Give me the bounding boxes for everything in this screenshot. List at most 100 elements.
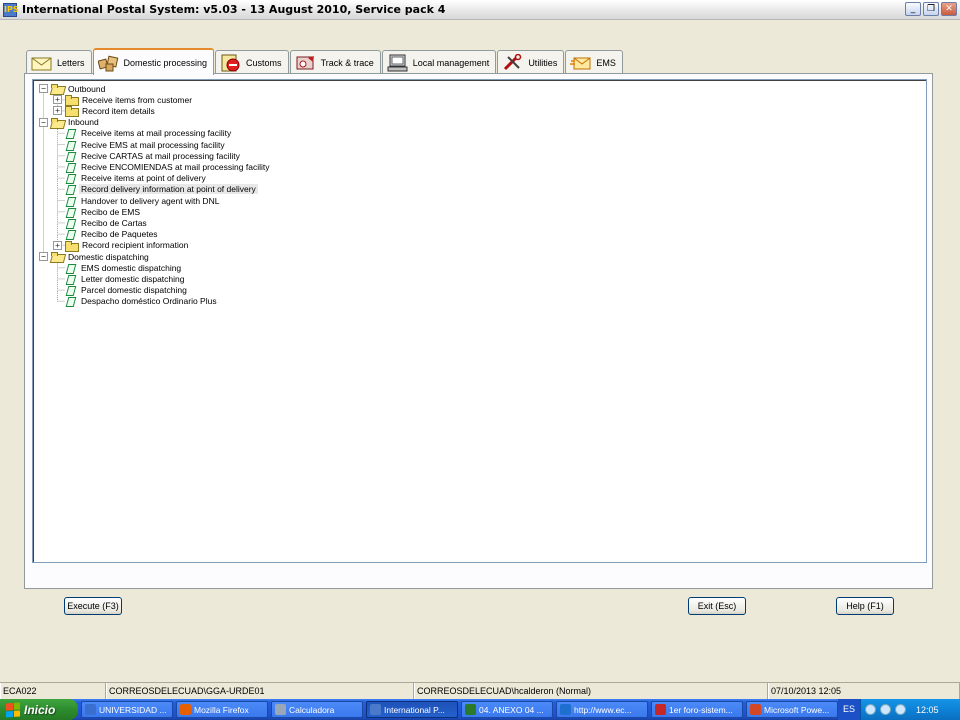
tree-item[interactable]: Letter domestic dispatching bbox=[53, 273, 186, 284]
collapse-icon[interactable]: − bbox=[39, 252, 48, 261]
process-icon bbox=[65, 207, 75, 217]
tree-label: Recive CARTAS at mail processing facilit… bbox=[81, 150, 240, 161]
taskbar-item[interactable]: International P... bbox=[366, 701, 458, 718]
tab-panel: − Outbound + Receive items from customer + Re… bbox=[24, 73, 933, 589]
tree-item[interactable]: Handover to delivery agent with DNL bbox=[53, 195, 221, 206]
taskbar-item[interactable]: UNIVERSIDAD ... bbox=[81, 701, 173, 718]
tree-item[interactable]: Recibo de Paquetes bbox=[53, 229, 160, 240]
tree-label: Recibo de Paquetes bbox=[81, 229, 158, 240]
tools-icon bbox=[504, 53, 522, 70]
taskbar-item-label: http://www.ec... bbox=[574, 704, 632, 715]
restore-button[interactable]: ❐ bbox=[923, 2, 939, 16]
taskbar-item[interactable]: http://www.ec... bbox=[556, 701, 648, 718]
taskbar-item[interactable]: Microsoft Powe... bbox=[746, 701, 838, 718]
tab-local-management[interactable]: Local management bbox=[381, 50, 497, 74]
folder-icon bbox=[65, 95, 79, 107]
tab-track-trace[interactable]: Track & trace bbox=[289, 50, 381, 74]
tree-group[interactable]: − Domestic dispatching bbox=[39, 251, 151, 262]
tree-item[interactable]: + Record item details bbox=[53, 105, 157, 118]
tab-ems[interactable]: EMS bbox=[565, 50, 623, 74]
tree-item[interactable]: Record delivery information at point of … bbox=[53, 184, 258, 195]
tab-utilities[interactable]: Utilities bbox=[497, 50, 565, 74]
tree-item[interactable]: + Record recipient information bbox=[53, 240, 190, 252]
track-icon bbox=[296, 55, 314, 69]
close-button[interactable]: ✕ bbox=[941, 2, 957, 16]
tree-group[interactable]: − Outbound bbox=[39, 83, 107, 94]
process-icon bbox=[65, 173, 75, 183]
tree-item[interactable]: Receive items at mail processing facilit… bbox=[53, 128, 233, 139]
tray-network-icon[interactable] bbox=[880, 704, 891, 715]
tree-label: Recive EMS at mail processing facility bbox=[81, 139, 225, 150]
title-bar[interactable]: IPS International Postal System: v5.03 -… bbox=[0, 0, 960, 20]
taskbar-items: UNIVERSIDAD ... Mozilla Firefox Calculador… bbox=[78, 701, 838, 718]
taskbar-item-label: Mozilla Firefox bbox=[194, 704, 249, 715]
taskbar-item[interactable]: 04. ANEXO 04 ... bbox=[461, 701, 553, 718]
status-datetime: 07/10/2013 12:05 bbox=[768, 683, 960, 699]
app-icon bbox=[465, 704, 476, 715]
tree-item[interactable]: Parcel domestic dispatching bbox=[53, 285, 189, 296]
app-icon bbox=[180, 704, 191, 715]
tree-label: Recive ENCOMIENDAS at mail processing fa… bbox=[81, 161, 270, 172]
expand-icon[interactable]: + bbox=[53, 95, 62, 105]
tree-label: EMS domestic dispatching bbox=[81, 262, 182, 273]
tree-item[interactable]: Recive EMS at mail processing facility bbox=[53, 139, 227, 150]
tree-item[interactable]: EMS domestic dispatching bbox=[53, 262, 183, 273]
tree-label: Despacho doméstico Ordinario Plus bbox=[81, 296, 217, 307]
tab-strip: Letters Domestic processing Customs Trac… bbox=[26, 48, 624, 75]
tree-label: Record recipient information bbox=[82, 240, 189, 251]
tree-item[interactable]: Recibo de EMS bbox=[53, 206, 142, 217]
tray-volume-icon[interactable] bbox=[895, 704, 906, 715]
tree-item[interactable]: Recive CARTAS at mail processing facilit… bbox=[53, 150, 242, 161]
tree-label: Domestic dispatching bbox=[68, 251, 149, 262]
tree-item[interactable]: Receive items at point of delivery bbox=[53, 173, 208, 184]
process-icon bbox=[65, 128, 75, 138]
window-controls: _ ❐ ✕ bbox=[905, 2, 957, 16]
tree-label: Record delivery information at point of … bbox=[79, 184, 258, 195]
process-icon bbox=[65, 263, 75, 273]
exit-button[interactable]: Exit (Esc) bbox=[688, 597, 746, 615]
folder-icon bbox=[51, 117, 63, 127]
status-office: CORREOSDELECUAD\GGA-URDE01 bbox=[106, 683, 414, 699]
expand-icon[interactable]: + bbox=[53, 106, 62, 116]
clock: 12:05 bbox=[916, 704, 939, 715]
tray-back-icon[interactable] bbox=[865, 704, 876, 715]
folder-icon bbox=[65, 240, 79, 252]
tree-label: Receive items at point of delivery bbox=[81, 173, 206, 184]
client-area: Letters Domestic processing Customs Trac… bbox=[0, 21, 960, 682]
tree-label: Recibo de Cartas bbox=[81, 217, 147, 228]
tree-item[interactable]: Recibo de Cartas bbox=[53, 217, 149, 228]
language-indicator[interactable]: ES bbox=[838, 699, 860, 720]
start-button[interactable]: Inicio bbox=[0, 699, 78, 720]
tree-label: Recibo de EMS bbox=[81, 206, 141, 217]
execute-button[interactable]: Execute (F3) bbox=[64, 597, 122, 615]
windows-logo-icon bbox=[6, 702, 20, 717]
tree-item[interactable]: + Receive items from customer bbox=[53, 94, 194, 107]
collapse-icon[interactable]: − bbox=[39, 84, 48, 93]
process-icon bbox=[65, 218, 75, 228]
system-tray: 12:05 bbox=[860, 699, 960, 720]
help-button[interactable]: Help (F1) bbox=[836, 597, 894, 615]
tree-item[interactable]: Recive ENCOMIENDAS at mail processing fa… bbox=[53, 161, 271, 172]
expand-icon[interactable]: + bbox=[53, 240, 62, 250]
tree-item[interactable]: Despacho doméstico Ordinario Plus bbox=[53, 296, 219, 307]
taskbar: Inicio UNIVERSIDAD ... Mozilla Firefox Cal… bbox=[0, 699, 960, 720]
minimize-button[interactable]: _ bbox=[905, 2, 921, 16]
tree-label: Handover to delivery agent with DNL bbox=[81, 195, 220, 206]
taskbar-item[interactable]: 1er foro-sistem... bbox=[651, 701, 743, 718]
process-icon bbox=[65, 196, 75, 206]
taskbar-item[interactable]: Mozilla Firefox bbox=[176, 701, 268, 718]
tree-label: Record item details bbox=[82, 105, 155, 116]
tab-domestic-processing[interactable]: Domestic processing bbox=[92, 48, 215, 75]
collapse-icon[interactable]: − bbox=[39, 117, 48, 127]
taskbar-item[interactable]: Calculadora bbox=[271, 701, 363, 718]
process-icon bbox=[65, 296, 75, 306]
tab-letters[interactable]: Letters bbox=[26, 50, 92, 74]
process-icon bbox=[65, 151, 75, 161]
tab-customs[interactable]: Customs bbox=[215, 50, 289, 74]
process-tree[interactable]: − Outbound + Receive items from customer + Re… bbox=[32, 79, 927, 563]
process-icon bbox=[65, 229, 75, 239]
computer-icon bbox=[387, 54, 408, 71]
tree-group[interactable]: − Inbound bbox=[39, 117, 101, 128]
customs-icon bbox=[221, 54, 240, 71]
app-icon bbox=[560, 704, 571, 715]
